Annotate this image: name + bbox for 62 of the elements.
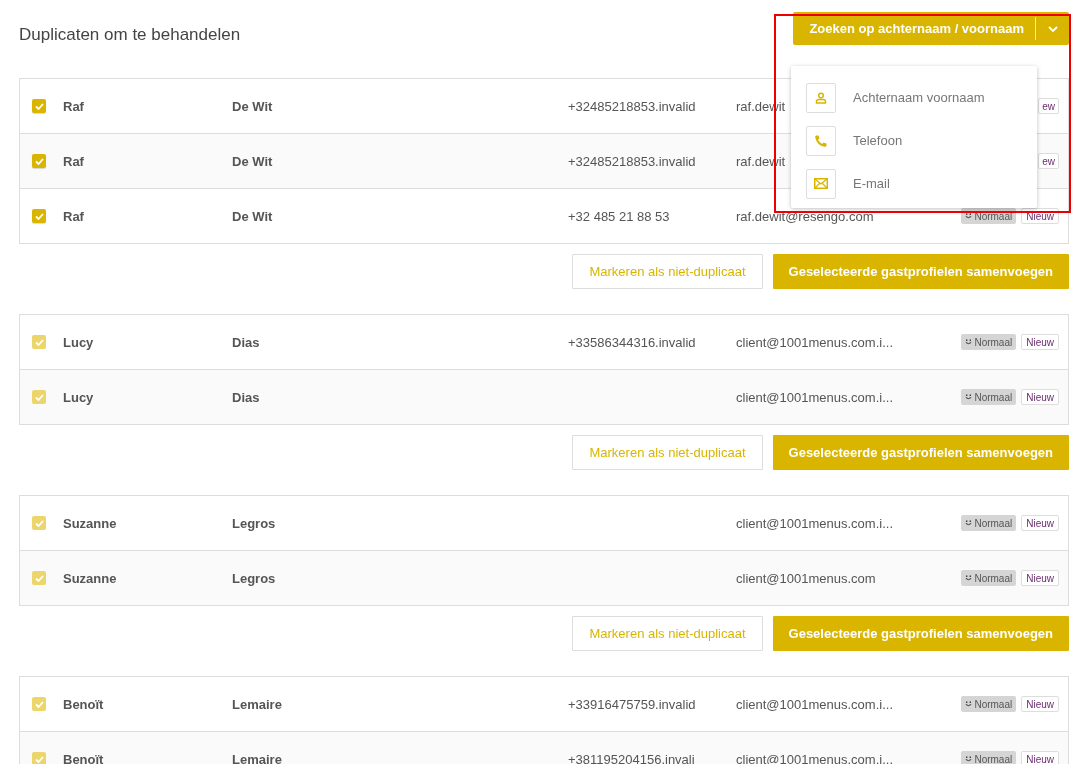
caret-icon bbox=[1047, 25, 1058, 32]
first-name: Raf bbox=[63, 98, 84, 114]
first-name: Lucy bbox=[63, 334, 94, 350]
email-address: client@1001menus.com.i... bbox=[736, 334, 893, 350]
merge-button[interactable]: Geselecteerde gastprofielen samenvoegen bbox=[772, 254, 1069, 289]
phone-number: +33586344316.invalid bbox=[568, 334, 696, 350]
merge-button[interactable]: Geselecteerde gastprofielen samenvoegen bbox=[772, 616, 1069, 651]
last-name: De Wit bbox=[232, 153, 273, 169]
phone-number: +32485218853.invalid bbox=[568, 153, 696, 169]
first-name: Lucy bbox=[63, 389, 94, 405]
new-badge: Nieuw bbox=[1021, 570, 1059, 586]
checkbox[interactable] bbox=[32, 209, 46, 223]
level-badge: Normaal bbox=[961, 515, 1017, 531]
menu-item[interactable]: Telefoon bbox=[791, 119, 1037, 162]
new-badge: Nieuw bbox=[1021, 751, 1059, 764]
first-name: Benoït bbox=[63, 696, 104, 712]
level-badge: Normaal bbox=[961, 389, 1017, 405]
first-name: Suzanne bbox=[63, 570, 117, 586]
first-name: Raf bbox=[63, 208, 84, 224]
level-badge: Normaal bbox=[961, 570, 1017, 586]
checkbox[interactable] bbox=[32, 99, 46, 113]
level-badge: Normaal bbox=[961, 696, 1017, 712]
email-address: raf.dewit@resengo.com bbox=[736, 208, 874, 224]
new-badge: ew bbox=[1038, 98, 1059, 114]
last-name: De Wit bbox=[232, 208, 273, 224]
first-name: Suzanne bbox=[63, 515, 117, 531]
level-badge: Normaal bbox=[961, 334, 1017, 350]
new-badge: Nieuw bbox=[1021, 515, 1059, 531]
mark-not-duplicate-button[interactable]: Markeren als niet-duplicaat bbox=[572, 254, 763, 289]
email-address: client@1001menus.com.i... bbox=[736, 696, 893, 712]
person-icon bbox=[815, 91, 827, 104]
first-name: Benoït bbox=[63, 751, 104, 764]
last-name: Lemaire bbox=[232, 696, 282, 712]
new-badge: Nieuw bbox=[1021, 389, 1059, 405]
search-mode-button[interactable]: Zoeken op achternaam / voornaam bbox=[793, 12, 1035, 45]
menu-item[interactable]: E-mail bbox=[791, 162, 1037, 205]
new-badge: Nieuw bbox=[1021, 696, 1059, 712]
merge-button[interactable]: Geselecteerde gastprofielen samenvoegen bbox=[772, 435, 1069, 470]
level-badge: Normaal bbox=[961, 751, 1017, 764]
phone-number: +381195204156.invali bbox=[568, 751, 695, 764]
email-address: client@1001menus.com.i... bbox=[736, 389, 893, 405]
phone-number: +32 485 21 88 53 bbox=[568, 208, 670, 224]
new-badge: ew bbox=[1038, 153, 1059, 169]
last-name: Dias bbox=[232, 389, 260, 405]
email-address: client@1001menus.com.i... bbox=[736, 515, 893, 531]
last-name: De Wit bbox=[232, 98, 273, 114]
last-name: Lemaire bbox=[232, 751, 282, 764]
phone-number: +32485218853.invalid bbox=[568, 98, 696, 114]
phone-icon bbox=[814, 133, 828, 148]
phone-number: +33916475759.invalid bbox=[568, 696, 696, 712]
checkbox[interactable] bbox=[32, 154, 46, 168]
email-address: client@1001menus.com bbox=[736, 570, 876, 586]
new-badge: Nieuw bbox=[1021, 334, 1059, 350]
menu-item[interactable]: Achternaam voornaam bbox=[791, 76, 1037, 119]
mark-not-duplicate-button[interactable]: Markeren als niet-duplicaat bbox=[572, 616, 763, 651]
last-name: Dias bbox=[232, 334, 260, 350]
page-title: Duplicaten om te behandelen bbox=[19, 24, 241, 45]
mail-icon bbox=[814, 178, 828, 189]
last-name: Legros bbox=[232, 570, 276, 586]
last-name: Legros bbox=[232, 515, 276, 531]
mark-not-duplicate-button[interactable]: Markeren als niet-duplicaat bbox=[572, 435, 763, 470]
first-name: Raf bbox=[63, 153, 84, 169]
